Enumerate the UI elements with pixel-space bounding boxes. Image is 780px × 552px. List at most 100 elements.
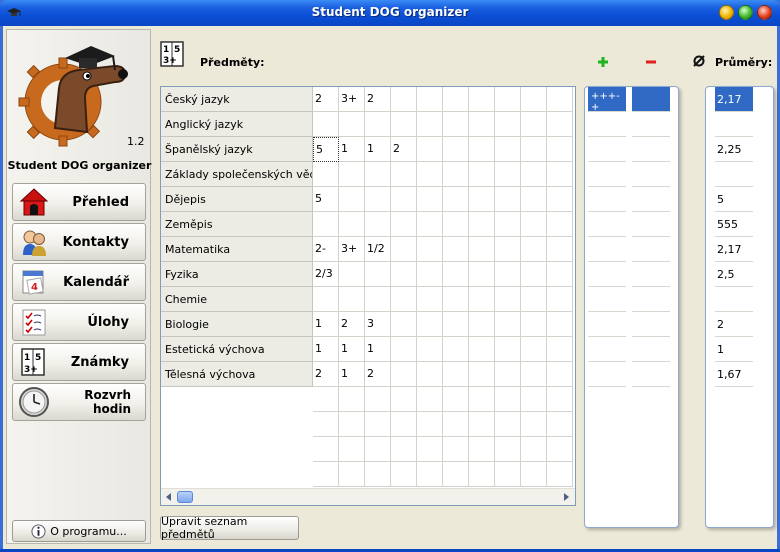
grade-cell[interactable] bbox=[469, 462, 495, 487]
grade-cell[interactable] bbox=[339, 387, 365, 412]
grade-cell[interactable] bbox=[391, 112, 417, 137]
minus-cell[interactable] bbox=[632, 212, 670, 237]
grade-cell[interactable] bbox=[391, 387, 417, 412]
plus-cell[interactable]: +++-+ bbox=[588, 87, 626, 113]
grade-cell[interactable] bbox=[313, 412, 339, 437]
minus-cell[interactable] bbox=[632, 337, 670, 362]
grade-cell[interactable] bbox=[495, 212, 521, 237]
grade-cell[interactable] bbox=[547, 237, 573, 262]
grade-cell[interactable] bbox=[417, 137, 443, 162]
grade-cell[interactable]: 2 bbox=[365, 87, 391, 112]
grade-cell[interactable]: 1 bbox=[365, 337, 391, 362]
grade-cell[interactable] bbox=[443, 112, 469, 137]
grade-cell[interactable]: 3+ bbox=[339, 237, 365, 262]
grade-cell[interactable] bbox=[417, 287, 443, 312]
grade-cell[interactable] bbox=[495, 312, 521, 337]
grade-cell[interactable] bbox=[313, 387, 339, 412]
grade-cell[interactable] bbox=[391, 287, 417, 312]
grade-cell[interactable] bbox=[391, 412, 417, 437]
grade-cell[interactable] bbox=[391, 362, 417, 387]
grade-cell[interactable] bbox=[391, 187, 417, 212]
subject-name-cell[interactable]: Dějepis bbox=[161, 187, 313, 212]
grade-cell[interactable] bbox=[339, 262, 365, 287]
grade-cell[interactable] bbox=[521, 237, 547, 262]
grade-cell[interactable] bbox=[417, 312, 443, 337]
grade-cell[interactable] bbox=[417, 337, 443, 362]
grade-cell[interactable] bbox=[365, 262, 391, 287]
grade-cell[interactable] bbox=[469, 312, 495, 337]
grade-cell[interactable] bbox=[365, 112, 391, 137]
grade-cell[interactable] bbox=[495, 237, 521, 262]
minus-cell[interactable] bbox=[632, 162, 670, 187]
grade-cell[interactable] bbox=[391, 337, 417, 362]
subject-name-cell[interactable]: Biologie bbox=[161, 312, 313, 337]
grade-cell[interactable] bbox=[391, 312, 417, 337]
grade-cell[interactable]: 1/2 bbox=[365, 237, 391, 262]
grade-cell[interactable] bbox=[469, 362, 495, 387]
grade-cell[interactable] bbox=[495, 362, 521, 387]
grade-cell[interactable] bbox=[391, 162, 417, 187]
grade-cell[interactable] bbox=[521, 187, 547, 212]
minus-cell[interactable] bbox=[632, 262, 670, 287]
grades-table[interactable]: Český jazyk 2 3+ 2 Anglický jazyk Španělský j… bbox=[160, 86, 576, 506]
grade-cell[interactable] bbox=[391, 237, 417, 262]
nav-prehled-button[interactable]: Přehled bbox=[12, 183, 146, 221]
grade-cell[interactable] bbox=[521, 362, 547, 387]
grade-cell[interactable] bbox=[365, 212, 391, 237]
minus-cell[interactable] bbox=[632, 312, 670, 337]
grade-cell[interactable] bbox=[391, 462, 417, 487]
grade-cell[interactable] bbox=[547, 162, 573, 187]
plus-cell[interactable] bbox=[588, 187, 626, 212]
grade-cell[interactable] bbox=[339, 412, 365, 437]
about-button[interactable]: O programu... bbox=[12, 520, 146, 542]
plus-cell[interactable] bbox=[588, 162, 626, 187]
grade-cell[interactable] bbox=[443, 87, 469, 112]
grade-cell[interactable] bbox=[469, 287, 495, 312]
grade-cell[interactable] bbox=[547, 262, 573, 287]
subject-name-cell[interactable]: Anglický jazyk bbox=[161, 112, 313, 137]
plus-minus-panel[interactable]: +++-+ bbox=[584, 86, 679, 528]
grade-cell[interactable] bbox=[313, 287, 339, 312]
grade-cell[interactable]: 2 bbox=[365, 362, 391, 387]
grade-cell[interactable] bbox=[417, 187, 443, 212]
minimize-button[interactable] bbox=[719, 5, 734, 20]
grade-cell[interactable] bbox=[313, 437, 339, 462]
grade-cell[interactable] bbox=[443, 212, 469, 237]
scroll-thumb[interactable] bbox=[177, 491, 193, 503]
subject-name-cell[interactable]: Chemie bbox=[161, 287, 313, 312]
grade-cell[interactable] bbox=[365, 287, 391, 312]
grade-cell[interactable] bbox=[313, 112, 339, 137]
grade-cell[interactable] bbox=[495, 262, 521, 287]
horizontal-scrollbar[interactable] bbox=[161, 488, 575, 505]
grade-cell[interactable] bbox=[443, 187, 469, 212]
grade-cell[interactable]: 1 bbox=[339, 137, 365, 162]
grade-cell[interactable] bbox=[469, 162, 495, 187]
grade-cell[interactable] bbox=[495, 162, 521, 187]
nav-kontakty-button[interactable]: Kontakty bbox=[12, 223, 146, 261]
grade-cell[interactable]: 2 bbox=[339, 312, 365, 337]
grade-cell[interactable] bbox=[417, 412, 443, 437]
grade-cell[interactable] bbox=[469, 112, 495, 137]
grade-cell[interactable] bbox=[443, 162, 469, 187]
grade-cell[interactable] bbox=[495, 462, 521, 487]
grade-cell[interactable] bbox=[339, 462, 365, 487]
grade-cell[interactable] bbox=[547, 137, 573, 162]
plus-cell[interactable] bbox=[588, 287, 626, 312]
grade-cell[interactable] bbox=[443, 362, 469, 387]
grade-cell[interactable] bbox=[365, 387, 391, 412]
plus-cell[interactable] bbox=[588, 337, 626, 362]
grade-cell[interactable] bbox=[417, 387, 443, 412]
grade-cell[interactable] bbox=[365, 187, 391, 212]
grade-cell[interactable] bbox=[495, 387, 521, 412]
grade-cell[interactable] bbox=[521, 87, 547, 112]
grade-cell[interactable] bbox=[521, 312, 547, 337]
grade-cell[interactable] bbox=[443, 387, 469, 412]
grade-cell[interactable] bbox=[443, 137, 469, 162]
grade-cell[interactable] bbox=[547, 337, 573, 362]
grade-cell[interactable] bbox=[521, 387, 547, 412]
subject-name-cell[interactable]: Fyzika bbox=[161, 262, 313, 287]
grade-cell[interactable]: 3 bbox=[365, 312, 391, 337]
grade-cell[interactable] bbox=[547, 287, 573, 312]
plus-cell[interactable] bbox=[588, 312, 626, 337]
grade-cell[interactable] bbox=[365, 162, 391, 187]
